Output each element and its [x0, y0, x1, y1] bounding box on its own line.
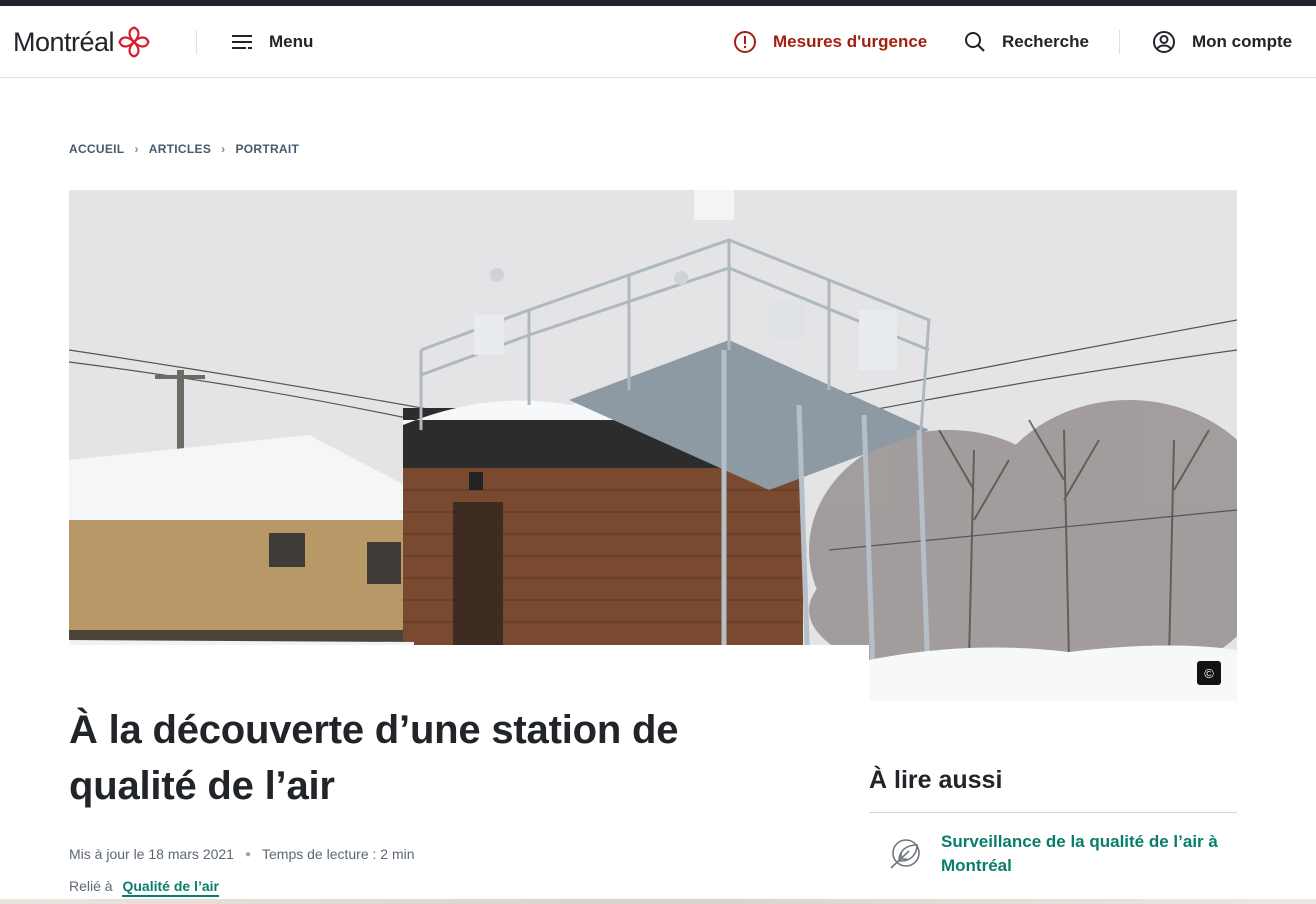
rosette-icon [118, 26, 150, 58]
chevron-right-icon: › [134, 142, 139, 156]
related-prefix: Relié à [69, 878, 113, 894]
search-icon [965, 32, 985, 52]
search-button[interactable]: Recherche [964, 6, 1089, 78]
copyright-button[interactable]: © [1197, 661, 1221, 685]
related-topic: Relié à Qualité de l’air [69, 878, 219, 897]
menu-button[interactable]: Menu [231, 6, 313, 78]
breadcrumb: ACCUEIL › ARTICLES › PORTRAIT [69, 142, 299, 156]
aside-item-link[interactable]: Surveillance de la qualité de l’air à Mo… [941, 830, 1231, 878]
article-meta: Mis à jour le 18 mars 2021 ● Temps de le… [69, 846, 415, 862]
aside-title: À lire aussi [869, 766, 1003, 794]
hamburger-icon [232, 35, 252, 49]
chevron-right-icon: › [221, 142, 226, 156]
header-divider [1119, 30, 1120, 54]
menu-label: Menu [269, 32, 314, 51]
bottom-strip [0, 899, 1316, 904]
site-header: Montréal Menu Mesures d'urgence Recherch… [0, 6, 1316, 78]
aside-item[interactable]: Surveillance de la qualité de l’air à Mo… [887, 830, 1237, 878]
urgence-label: Mesures d'urgence [773, 32, 928, 51]
user-icon [1153, 31, 1175, 53]
header-divider [196, 30, 197, 54]
account-label: Mon compte [1192, 32, 1293, 51]
aside-divider [869, 812, 1237, 813]
reading-time: Temps de lecture : 2 min [262, 846, 415, 862]
page-title: À la découverte d’une station de qualité… [69, 708, 679, 808]
hero-mask [69, 645, 869, 705]
urgence-button[interactable]: Mesures d'urgence [733, 6, 927, 78]
related-topic-link[interactable]: Qualité de l’air [122, 878, 219, 897]
hero-image [69, 190, 1237, 701]
breadcrumb-portrait: PORTRAIT [235, 142, 300, 156]
logo-text: Montréal [13, 26, 115, 57]
search-label: Recherche [1002, 32, 1089, 51]
updated-date: Mis à jour le 18 mars 2021 [69, 846, 234, 862]
separator-dot: ● [244, 848, 252, 860]
breadcrumb-articles[interactable]: ARTICLES [149, 142, 211, 156]
montreal-logo[interactable]: Montréal [13, 24, 151, 60]
leaf-icon [890, 839, 920, 869]
alert-icon [734, 31, 756, 53]
account-button[interactable]: Mon compte [1152, 6, 1292, 78]
breadcrumb-accueil[interactable]: ACCUEIL [69, 142, 124, 156]
